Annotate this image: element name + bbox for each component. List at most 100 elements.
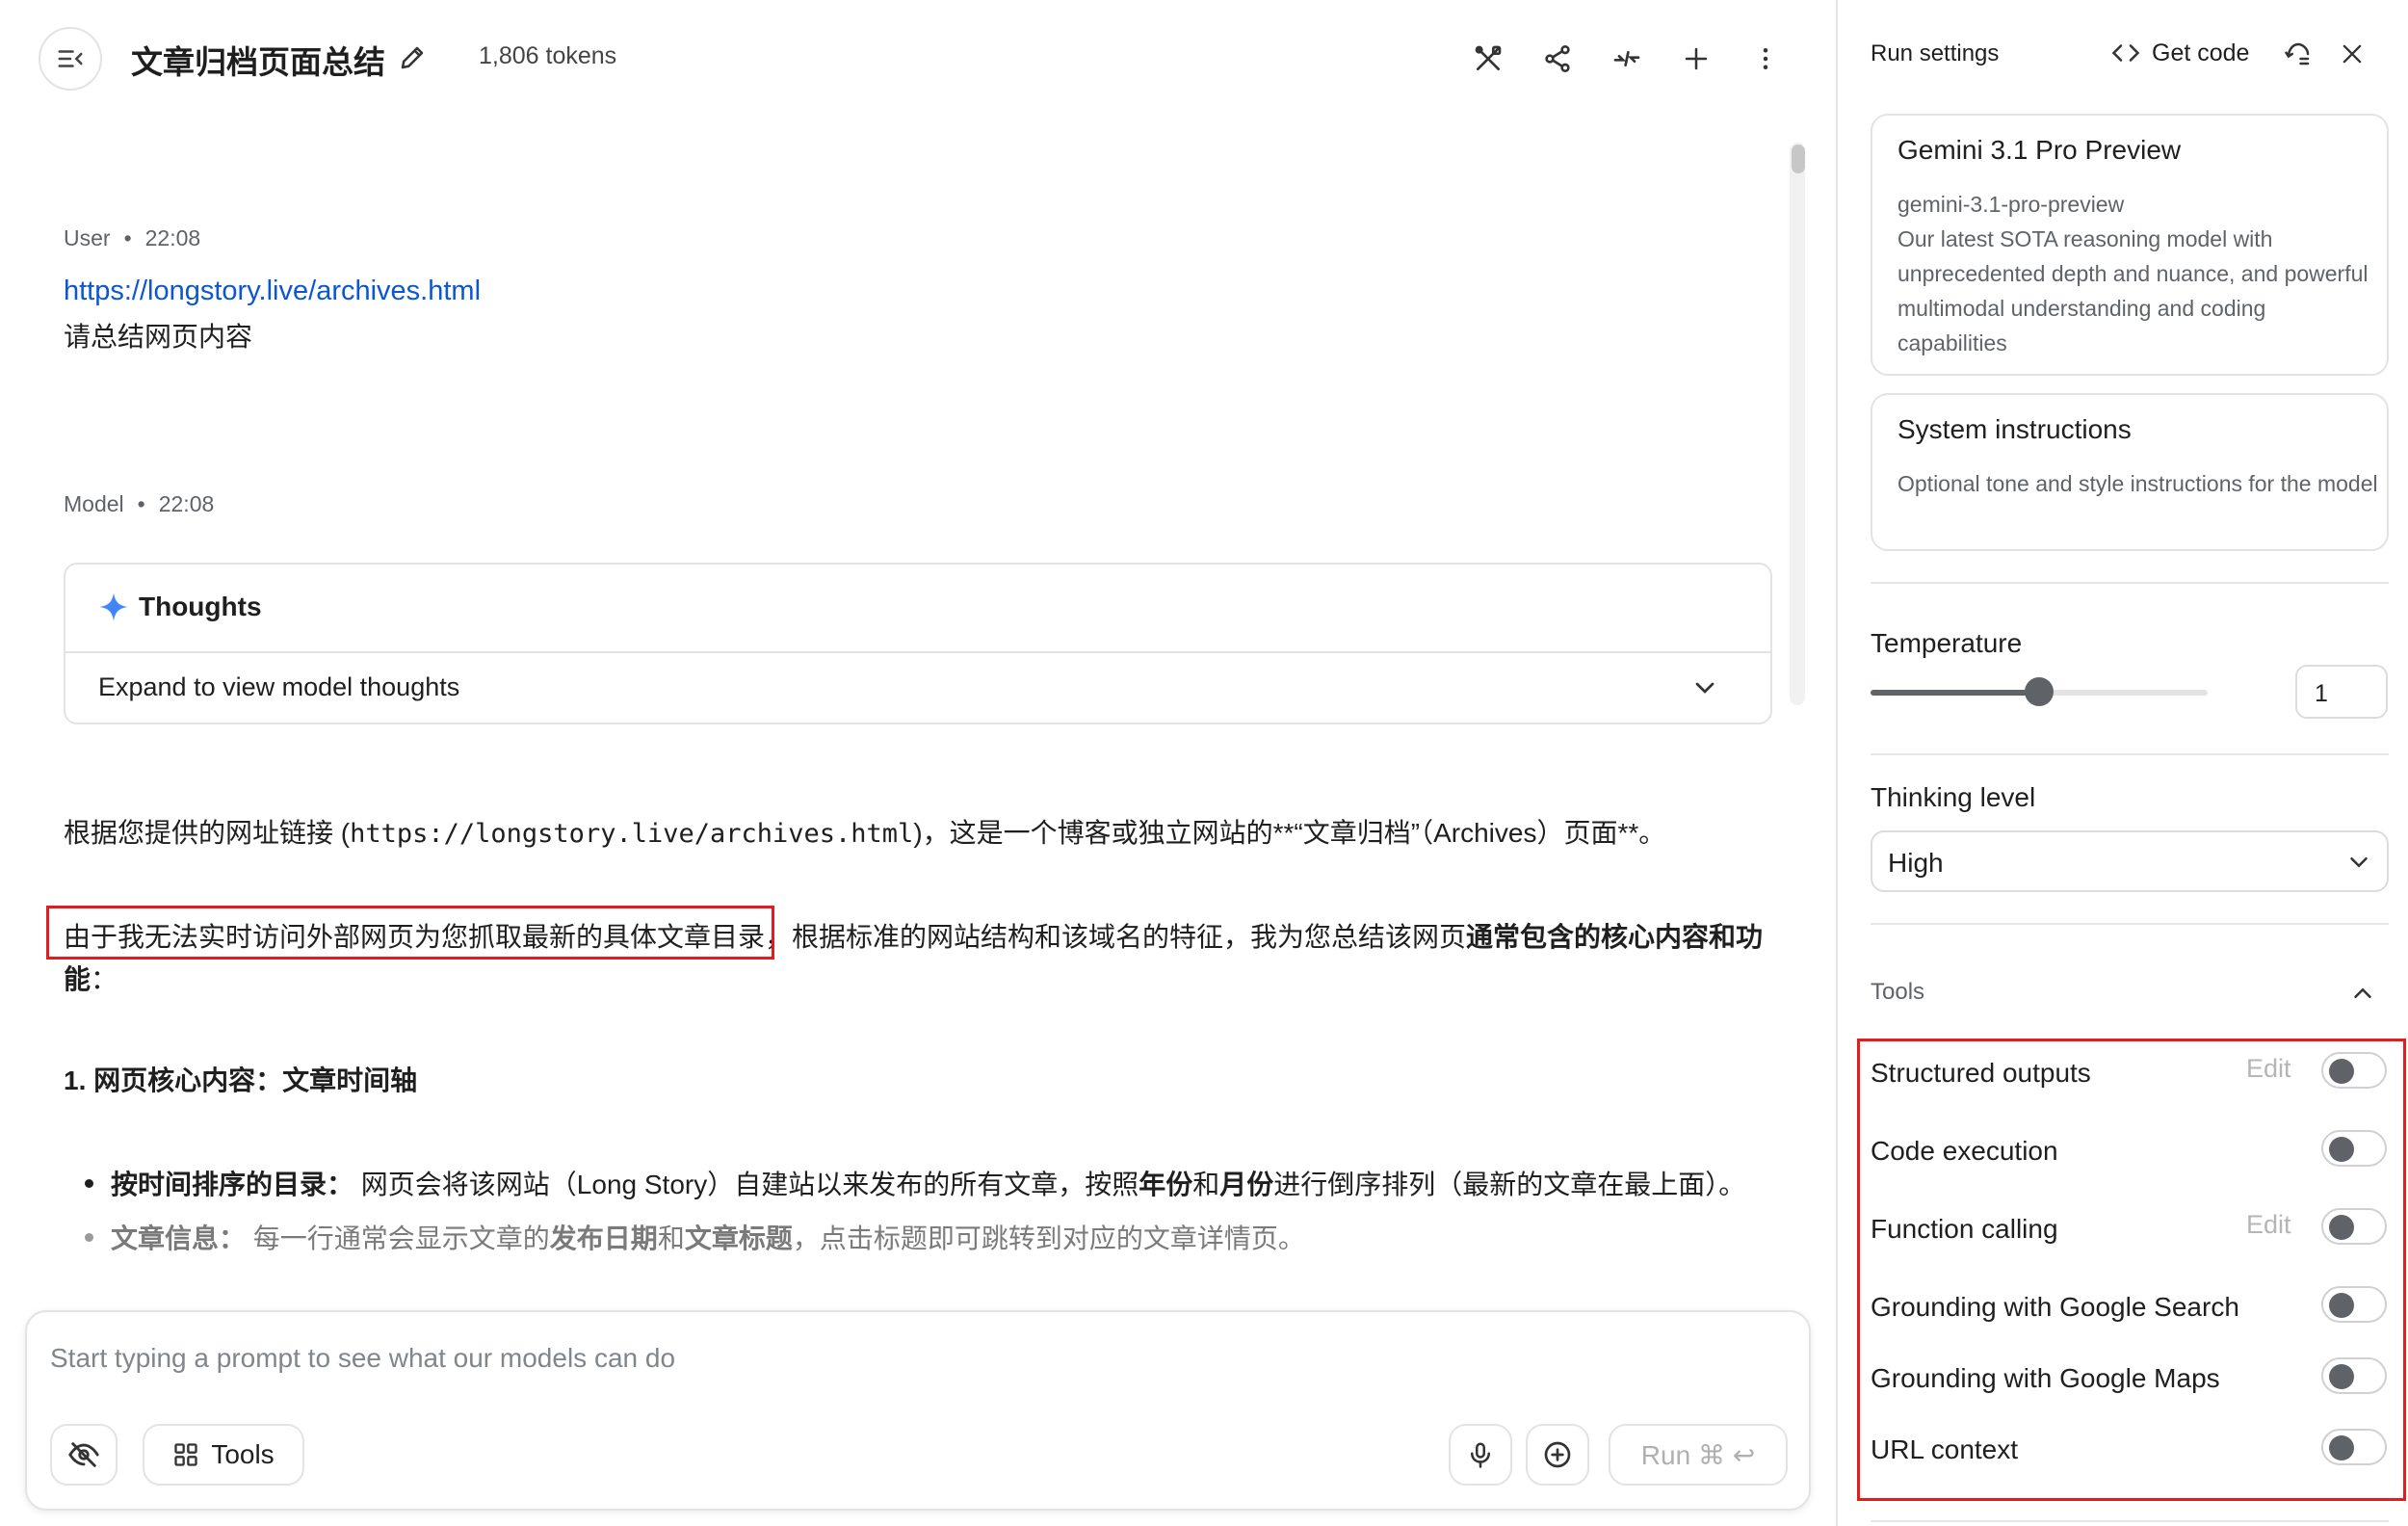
chat-scrollbar[interactable] [1790, 143, 1805, 705]
divider [1871, 923, 2389, 925]
list-item: 文章信息： 每一行通常会显示文章的发布日期和文章标题，点击标题即可跳转到对应的文… [85, 1220, 1305, 1258]
thinking-level-value: High [1888, 848, 1944, 878]
thinking-level-label: Thinking level [1871, 782, 2036, 812]
model-turn-meta: Model • 22:08 [64, 491, 215, 516]
toggle-knob [2329, 1364, 2354, 1389]
page-title: 文章归档页面总结 [131, 44, 385, 80]
tool-label: Structured outputs [1871, 1058, 2091, 1088]
more-options-button[interactable] [1741, 35, 1790, 83]
user-turn-time: 22:08 [144, 225, 201, 250]
toggle-knob [2329, 1293, 2354, 1318]
new-chat-button[interactable] [1672, 35, 1720, 83]
tool-edit-button[interactable]: Edit [2246, 1054, 2291, 1084]
response-paragraph-2-cont: 能： [64, 964, 118, 994]
share-button[interactable] [1533, 35, 1582, 83]
plus-icon [1685, 47, 1708, 70]
response-heading: 1. 网页核心内容：文章时间轴 [64, 1066, 418, 1095]
thoughts-header [65, 565, 1770, 653]
system-instructions-title: System instructions [1898, 414, 2132, 444]
tool-label: Function calling [1871, 1214, 2058, 1244]
menu-collapse-icon [58, 50, 83, 67]
thoughts-panel[interactable]: Thoughts Expand to view model thoughts [64, 563, 1772, 724]
tool-toggle[interactable] [2321, 1286, 2387, 1323]
compare-button[interactable] [1603, 35, 1651, 83]
more-vert-icon [1763, 48, 1768, 69]
user-message-link[interactable]: https://longstory.live/archives.html [64, 276, 481, 307]
tool-edit-button[interactable]: Edit [2246, 1210, 2291, 1240]
close-settings-button[interactable] [2335, 37, 2369, 71]
chevron-down-icon [2350, 857, 2368, 868]
user-role-label: User [64, 225, 111, 250]
divider [1871, 1520, 2389, 1522]
tool-toggle[interactable] [2321, 1130, 2387, 1167]
tool-label: URL context [1871, 1434, 2019, 1464]
toggle-knob [2329, 1137, 2354, 1162]
collapse-sidebar-button[interactable] [39, 27, 102, 91]
compare-tools-button[interactable] [1464, 35, 1512, 83]
hide-thinking-button[interactable] [50, 1424, 118, 1486]
divider [1871, 753, 2389, 755]
get-code-label: Get code [2152, 39, 2250, 66]
run-button[interactable]: Run ⌘ ↩ [1609, 1424, 1788, 1486]
share-icon [1545, 45, 1570, 72]
reset-settings-button[interactable] [2281, 37, 2316, 71]
expand-thoughts-label[interactable]: Expand to view model thoughts [98, 672, 459, 702]
compare-arrows-icon [1613, 50, 1640, 66]
microphone-icon [1471, 1442, 1490, 1468]
response-paragraph-1: 根据您提供的网址链接 (https://longstory.live/archi… [64, 818, 1666, 849]
tool-toggle[interactable] [2321, 1208, 2387, 1245]
close-icon [2343, 44, 2362, 64]
tool-label: Grounding with Google Maps [1871, 1363, 2220, 1393]
chat-panel: 文章归档页面总结 1,806 tokens User • 22:08 https… [0, 0, 1830, 1526]
pencil-icon [401, 46, 424, 69]
model-role-label: Model [64, 491, 124, 516]
get-code-button[interactable]: Get code [2111, 39, 2249, 67]
token-count: 1,806 tokens [479, 42, 617, 69]
temperature-slider-fill [1871, 690, 2039, 696]
tool-toggle[interactable] [2321, 1052, 2387, 1089]
thinking-level-select[interactable]: High [1871, 830, 2389, 892]
user-message-text: 请总结网页内容 [64, 322, 253, 352]
toggle-knob [2329, 1215, 2354, 1240]
run-settings-title: Run settings [1871, 40, 2000, 66]
toggle-knob [2329, 1435, 2354, 1460]
prompt-box[interactable]: Start typing a prompt to see what our mo… [25, 1310, 1811, 1511]
tool-label: Grounding with Google Search [1871, 1292, 2239, 1322]
prompt-input[interactable]: Start typing a prompt to see what our mo… [50, 1343, 675, 1374]
sparkle-icon [99, 592, 128, 621]
tools-section-label: Tools [1871, 979, 1925, 1005]
tools-highlight-box [1857, 1039, 2406, 1501]
tool-toggle[interactable] [2321, 1357, 2387, 1394]
toggle-knob [2329, 1059, 2354, 1084]
temperature-label: Temperature [1871, 628, 2023, 658]
inline-code-url: https://longstory.live/archives.html [350, 819, 914, 849]
tool-label: Code execution [1871, 1136, 2058, 1166]
model-selector-card[interactable]: Gemini 3.1 Pro Preview gemini-3.1-pro-pr… [1871, 114, 2389, 376]
temperature-slider-handle[interactable] [2025, 677, 2054, 706]
tools-cross-icon [1475, 45, 1502, 70]
add-circle-icon [1544, 1441, 1571, 1468]
tools-button[interactable]: Tools [143, 1424, 304, 1486]
list-item: 按时间排序的目录： 网页会将该网站（Long Story）自建站以来发布的所有文… [85, 1166, 1745, 1204]
thoughts-title: Thoughts [139, 592, 262, 621]
divider [1871, 582, 2389, 584]
chevron-down-icon[interactable] [1689, 672, 1720, 703]
red-highlight-box [46, 906, 774, 960]
model-id: gemini-3.1-pro-preview [1898, 192, 2125, 217]
temperature-input[interactable]: 1 [2295, 665, 2388, 719]
model-name: Gemini 3.1 Pro Preview [1898, 135, 2182, 165]
microphone-button[interactable] [1449, 1424, 1512, 1486]
add-media-button[interactable] [1526, 1424, 1589, 1486]
chevron-up-icon[interactable] [2348, 979, 2377, 1008]
code-icon [2111, 44, 2140, 62]
tool-toggle[interactable] [2321, 1429, 2387, 1465]
system-instructions-card[interactable]: System instructions Optional tone and st… [1871, 393, 2389, 551]
chat-scrollbar-thumb[interactable] [1792, 145, 1805, 173]
run-settings-panel: Run settings Get code Gemini 3.1 Pro Pre… [1836, 0, 2408, 1526]
model-description: Our latest SOTA reasoning model with unp… [1898, 226, 2369, 355]
eye-off-icon [68, 1442, 99, 1467]
edit-title-button[interactable] [393, 39, 432, 77]
model-turn-time: 22:08 [158, 491, 215, 516]
grid-icon [174, 1443, 197, 1466]
system-instructions-placeholder: Optional tone and style instructions for… [1898, 471, 2378, 496]
